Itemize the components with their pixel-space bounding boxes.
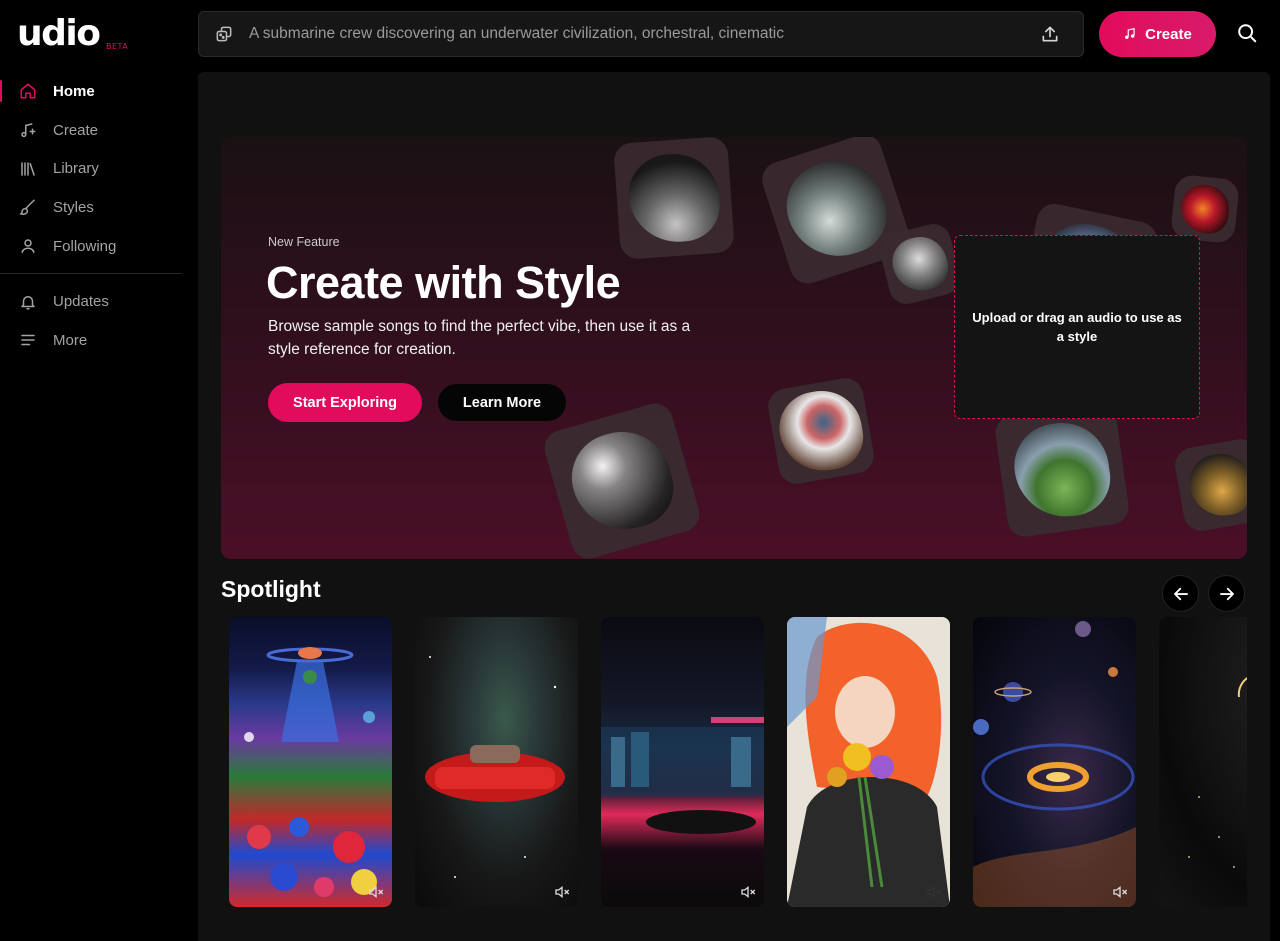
dark-horizon-artwork xyxy=(1188,677,1247,868)
sidebar-item-label: Following xyxy=(53,237,117,255)
sidebar-item-updates[interactable]: Updates xyxy=(0,282,182,321)
create-button-label: Create xyxy=(1145,25,1192,43)
audio-dropzone[interactable]: Upload or drag an audio to use as a styl… xyxy=(954,235,1200,419)
spotlight-card[interactable] xyxy=(229,617,392,907)
udio-logo[interactable]: udio BETA xyxy=(17,14,137,58)
brush-icon xyxy=(18,197,38,217)
sidebar-item-styles[interactable]: Styles xyxy=(0,188,182,227)
sidebar-item-library[interactable]: Library xyxy=(0,149,182,188)
spotlight-card[interactable] xyxy=(415,617,578,907)
music-plus-icon xyxy=(18,120,38,140)
sidebar-item-label: Styles xyxy=(53,198,94,216)
red-car-artwork xyxy=(425,656,565,878)
hero-banner: New Feature Create with Style Browse sam… xyxy=(221,137,1247,559)
sidebar-item-home[interactable]: Home xyxy=(0,72,182,111)
sidebar-item-label: More xyxy=(53,331,88,349)
style-tile[interactable] xyxy=(765,375,877,487)
sidebar: Home Create Library Styles Following Upd… xyxy=(0,72,182,360)
user-icon xyxy=(18,236,38,256)
dropzone-text: Upload or drag an audio to use as a styl… xyxy=(972,310,1182,344)
sidebar-divider xyxy=(0,273,182,275)
logo-wordmark: udio xyxy=(17,13,101,54)
style-tile[interactable] xyxy=(993,401,1131,539)
sidebar-item-following[interactable]: Following xyxy=(0,227,182,266)
spotlight-card[interactable] xyxy=(973,617,1136,907)
spotlight-card[interactable] xyxy=(787,617,950,907)
sidebar-item-more[interactable]: More xyxy=(0,321,182,360)
spotlight-carousel xyxy=(221,617,1247,907)
tile-artwork xyxy=(887,231,953,297)
music-note-icon xyxy=(1123,27,1137,41)
bouquet-portrait-artwork xyxy=(787,617,950,907)
mute-icon[interactable] xyxy=(368,885,384,899)
start-exploring-button[interactable]: Start Exploring xyxy=(268,383,422,422)
sidebar-item-label: Create xyxy=(53,121,99,139)
style-tile[interactable] xyxy=(540,399,704,559)
mute-icon[interactable] xyxy=(1112,885,1128,899)
hero-tag: New Feature xyxy=(268,235,340,249)
prompt-search-bar xyxy=(198,11,1084,57)
shuffle-prompt-icon[interactable] xyxy=(213,23,235,45)
style-tile[interactable] xyxy=(1172,436,1247,534)
tile-artwork xyxy=(1178,182,1232,236)
prev-button[interactable] xyxy=(1162,575,1199,612)
mute-icon[interactable] xyxy=(740,885,756,899)
arrow-left-icon xyxy=(1173,587,1188,600)
beta-badge: BETA xyxy=(106,42,129,51)
main-panel: New Feature Create with Style Browse sam… xyxy=(198,72,1270,941)
create-button[interactable]: Create xyxy=(1099,11,1216,57)
hero-title: Create with Style xyxy=(266,257,621,308)
tile-artwork xyxy=(561,420,683,542)
next-button[interactable] xyxy=(1208,575,1245,612)
style-tile[interactable] xyxy=(1169,173,1241,245)
neon-city-artwork xyxy=(601,717,764,834)
upload-icon[interactable] xyxy=(1039,23,1061,45)
spotlight-title: Spotlight xyxy=(221,576,321,602)
hero-subtitle: Browse sample songs to find the perfect … xyxy=(268,318,691,358)
library-icon xyxy=(18,159,38,179)
sidebar-item-create[interactable]: Create xyxy=(0,111,182,150)
tile-artwork xyxy=(773,384,869,478)
home-icon xyxy=(18,81,38,101)
bell-icon xyxy=(18,292,38,312)
sidebar-item-label: Home xyxy=(53,82,95,100)
mute-icon[interactable] xyxy=(926,885,942,899)
mute-icon[interactable] xyxy=(554,885,570,899)
style-tile[interactable] xyxy=(613,137,735,260)
galaxy-artwork xyxy=(973,621,1136,907)
ufo-flower-artwork xyxy=(244,647,377,897)
tile-artwork xyxy=(775,148,897,270)
menu-icon xyxy=(18,330,38,350)
learn-more-button[interactable]: Learn More xyxy=(438,384,566,421)
sidebar-item-label: Library xyxy=(53,160,99,178)
sidebar-item-label: Updates xyxy=(53,293,109,311)
search-icon[interactable] xyxy=(1234,20,1260,46)
spotlight-card[interactable] xyxy=(1159,617,1247,907)
spotlight-card[interactable] xyxy=(601,617,764,907)
tile-artwork xyxy=(1008,416,1116,524)
tile-artwork xyxy=(1185,449,1247,521)
prompt-input[interactable] xyxy=(249,25,1039,43)
tile-artwork xyxy=(626,150,722,246)
arrow-right-icon xyxy=(1219,587,1234,600)
